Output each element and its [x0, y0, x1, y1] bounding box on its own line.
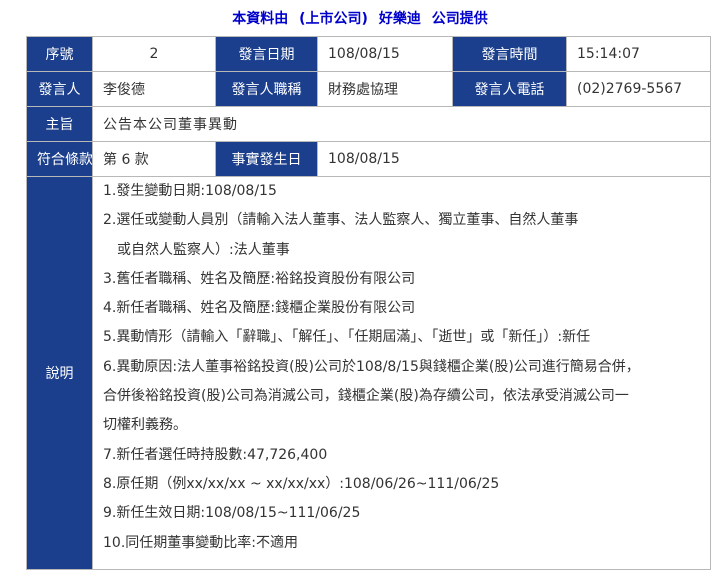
time-label: 發言時間 — [452, 36, 567, 72]
description-label: 說明 — [26, 176, 93, 570]
description-line: 10.同任期董事變動比率:不適用 — [103, 534, 298, 551]
source-header: 本資料由 (上市公司) 好樂迪 公司提供 — [0, 8, 720, 28]
header-suffix: 公司提供 — [431, 11, 488, 27]
seq-value: 2 — [92, 36, 216, 72]
description-line: 1.發生變動日期:108/08/15 — [103, 183, 277, 199]
header-company-name: 好樂迪 — [378, 11, 421, 27]
subject-label: 主旨 — [26, 106, 93, 142]
row-speaker: 發言人 李俊德 發言人職稱 財務處協理 發言人電話 (02)2769-5567 — [26, 71, 711, 107]
subject-value: 公告本公司董事異動 — [92, 106, 711, 142]
speaker-label: 發言人 — [26, 71, 93, 107]
description-line: 切權利義務。 — [103, 417, 187, 434]
description-line: 合併後裕銘投資(股)公司為消滅公司，錢櫃企業(股)為存續公司，依法承受消滅公司一 — [103, 388, 629, 405]
description-line: 9.新任生效日期:108/08/15~111/06/25 — [103, 505, 361, 522]
description-line: 6.異動原因:法人董事裕銘投資(股)公司於108/8/15與錢櫃企業(股)公司進… — [103, 358, 640, 375]
clause-label: 符合條款 — [26, 141, 93, 177]
date-value: 108/08/15 — [317, 36, 453, 72]
header-prefix: 本資料由 — [232, 11, 289, 27]
description-line: 3.舊任者職稱、姓名及簡歷:裕銘投資股份有限公司 — [103, 270, 416, 287]
event-date-label: 事實發生日 — [215, 141, 318, 177]
announcement-table: 序號 2 發言日期 108/08/15 發言時間 15:14:07 發言人 李俊… — [26, 36, 711, 570]
speaker-phone-label: 發言人電話 — [452, 71, 567, 107]
speaker-value: 李俊德 — [92, 71, 216, 107]
time-value: 15:14:07 — [566, 36, 711, 72]
speaker-title-label: 發言人職稱 — [215, 71, 318, 107]
row-seq-date-time: 序號 2 發言日期 108/08/15 發言時間 15:14:07 — [26, 36, 711, 72]
clause-value: 第 6 款 — [92, 141, 216, 177]
row-clause: 符合條款 第 6 款 事實發生日 108/08/15 — [26, 141, 711, 177]
description-line: 7.新任者選任時持股數:47,726,400 — [103, 446, 328, 463]
description-line: 5.異動情形（請輸入「辭職」、「解任」、「任期屆滿」、「逝世」或「新任」）:新任 — [103, 329, 591, 346]
speaker-phone-value: (02)2769-5567 — [566, 71, 711, 107]
description-line: 8.原任期（例xx/xx/xx ~ xx/xx/xx）:108/06/26~11… — [103, 475, 500, 492]
description-line: 或自然人監察人）:法人董事 — [117, 241, 290, 258]
row-subject: 主旨 公告本公司董事異動 — [26, 106, 711, 142]
event-date-value: 108/08/15 — [317, 141, 711, 177]
date-label: 發言日期 — [215, 36, 318, 72]
speaker-title-value: 財務處協理 — [317, 71, 453, 107]
description-body: 1.發生變動日期:108/08/15 2.選任或變動人員別（請輸入法人董事、法人監… — [92, 176, 711, 570]
row-description: 說明 1.發生變動日期:108/08/15 2.選任或變動人員別（請輸入法人董事、… — [26, 176, 711, 570]
seq-label: 序號 — [26, 36, 93, 72]
description-line: 4.新任者職稱、姓名及簡歷:錢櫃企業股份有限公司 — [103, 300, 416, 317]
description-line: 2.選任或變動人員別（請輸入法人董事、法人監察人、獨立董事、自然人董事 — [103, 212, 579, 229]
header-company-type: (上市公司) — [299, 11, 368, 27]
